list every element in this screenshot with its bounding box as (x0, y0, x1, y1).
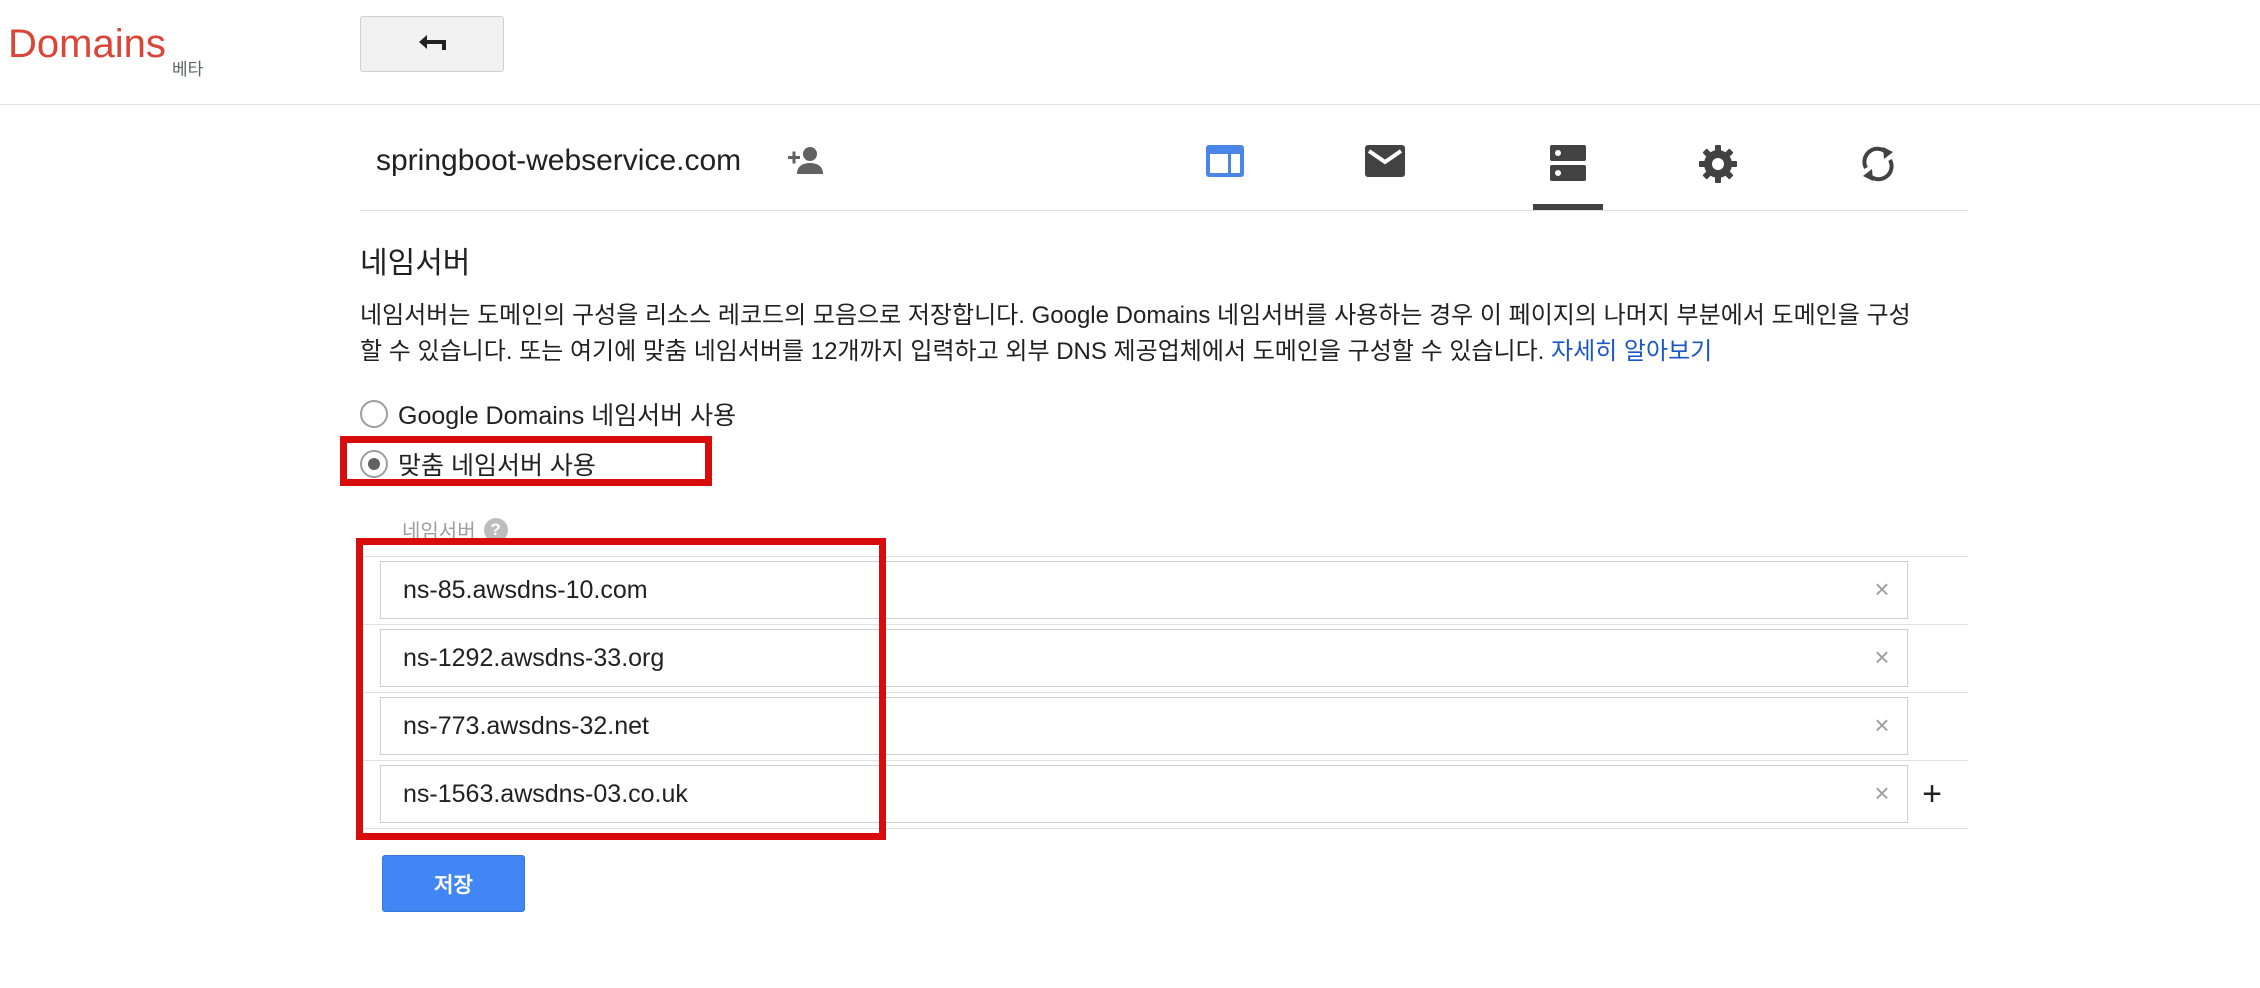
header-divider (360, 210, 1968, 211)
settings-gear-icon (1699, 145, 1737, 183)
tab-sync[interactable] (1843, 130, 1913, 210)
person-add-icon[interactable] (786, 142, 826, 182)
section-title: 네임서버 (360, 247, 471, 280)
radio-button[interactable] (360, 400, 388, 428)
close-icon[interactable]: × (1867, 574, 1897, 604)
domain-title: springboot-webservice.com (376, 144, 742, 177)
sync-icon (1862, 146, 1894, 182)
close-icon[interactable]: × (1867, 710, 1897, 740)
dns-icon (1550, 145, 1586, 181)
beta-badge: 베타 (172, 60, 204, 79)
website-icon (1206, 145, 1244, 177)
close-icon[interactable]: × (1867, 778, 1897, 808)
section-description: 네임서버는 도메인의 구성을 리소스 레코드의 모음으로 저장합니다. Goog… (360, 298, 1970, 370)
brand-logo[interactable]: Domains (8, 22, 166, 67)
arrow-back-icon (419, 35, 446, 50)
tab-settings[interactable] (1683, 130, 1753, 210)
back-button[interactable] (360, 16, 504, 72)
learn-more-link[interactable]: 자세히 알아보기 (1551, 338, 1712, 365)
add-nameserver-icon[interactable]: + (1918, 775, 1946, 813)
tab-email[interactable] (1350, 130, 1420, 210)
radio-google-nameservers[interactable]: Google Domains 네임서버 사용 (360, 396, 736, 432)
description-line-2: 할 수 있습니다. 또는 여기에 맞춤 네임서버를 12개까지 입력하고 외부 … (360, 338, 1551, 365)
app-header: Domains 베타 (0, 0, 2260, 105)
save-button[interactable]: 저장 (382, 855, 525, 912)
annotation-highlight-radio (340, 436, 712, 486)
annotation-highlight-nameservers (356, 538, 886, 840)
email-icon (1365, 145, 1405, 177)
tab-website[interactable] (1190, 130, 1260, 210)
close-icon[interactable]: × (1867, 642, 1897, 672)
description-line-1: 네임서버는 도메인의 구성을 리소스 레코드의 모음으로 저장합니다. Goog… (360, 302, 1911, 329)
radio-label: Google Domains 네임서버 사용 (398, 402, 737, 430)
tab-dns[interactable] (1533, 130, 1603, 210)
